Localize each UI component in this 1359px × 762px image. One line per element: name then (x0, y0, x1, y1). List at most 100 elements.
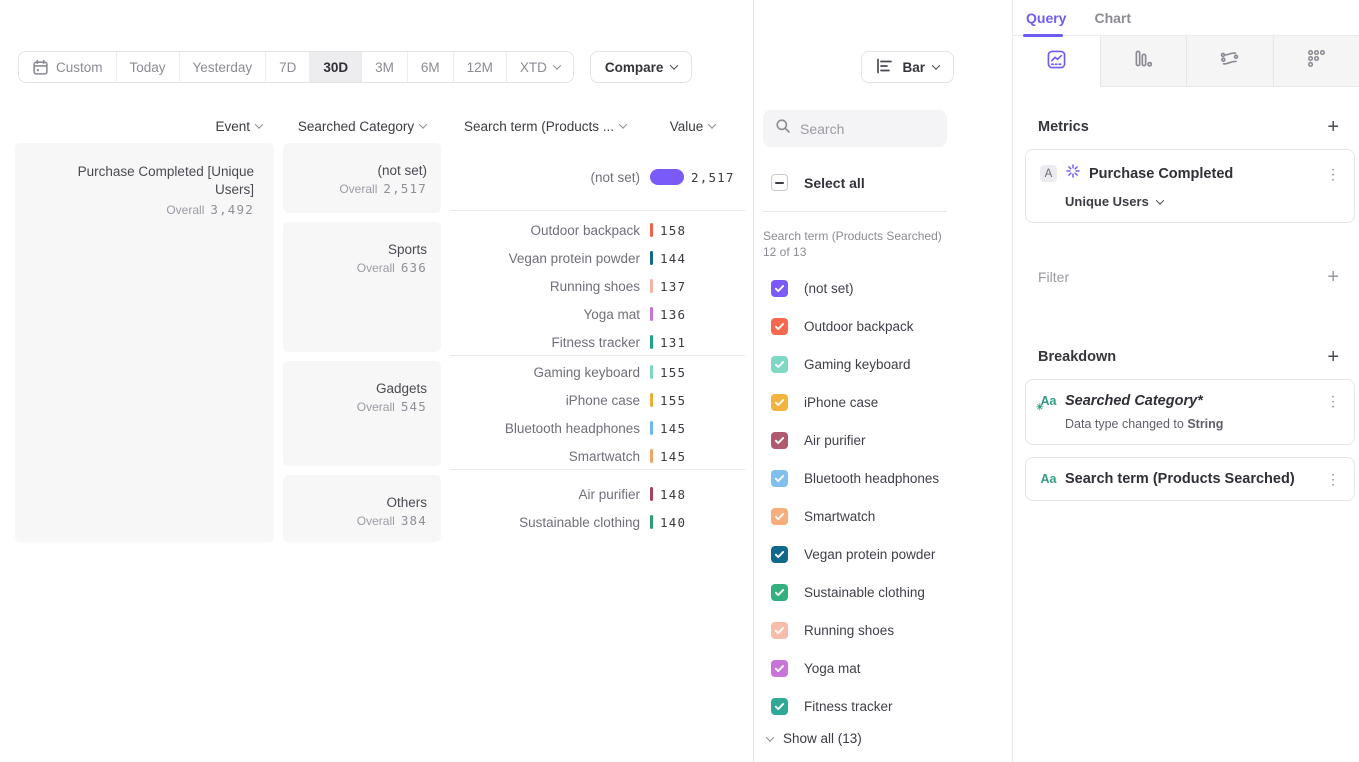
funnels-icon (1134, 49, 1153, 73)
legend-item[interactable]: Outdoor backpack (763, 307, 1003, 345)
event-overall: Overall3,492 (35, 202, 254, 217)
range-30d[interactable]: 30D (309, 52, 361, 82)
compare-button[interactable]: Compare (590, 51, 693, 83)
term-row[interactable]: Fitness tracker131 (450, 328, 745, 356)
legend-item[interactable]: Vegan protein powder (763, 535, 1003, 573)
checked-checkbox[interactable] (771, 508, 788, 525)
checked-checkbox[interactable] (771, 660, 788, 677)
legend-item[interactable]: (not set) (763, 269, 1003, 307)
term-value: 155 (660, 393, 686, 408)
legend-caption: Search term (Products Searched) 12 of 13 (763, 228, 953, 260)
category-card[interactable]: GadgetsOverall545 (283, 361, 441, 466)
legend-item[interactable]: Bluetooth headphones (763, 459, 1003, 497)
term-group: Gaming keyboard155 iPhone case 155 Bluetoot… (450, 357, 745, 470)
legend-item-label: Sustainable clothing (804, 585, 925, 600)
range-xtd[interactable]: XTD (506, 52, 573, 82)
header-search-term[interactable]: Search term (Products ... (450, 116, 640, 136)
term-row[interactable]: (not set)2,517 (450, 163, 745, 191)
show-all-button[interactable]: Show all (13) (767, 731, 862, 746)
category-card[interactable]: SportsOverall636 (283, 222, 441, 352)
overall-value: 545 (401, 399, 427, 414)
tab-query[interactable]: Query (1026, 10, 1066, 26)
checked-checkbox[interactable] (771, 470, 788, 487)
range-custom[interactable]: Custom (19, 52, 116, 82)
range-12m[interactable]: 12M (453, 52, 506, 82)
term-value: 145 (660, 449, 686, 464)
checked-checkbox[interactable] (771, 318, 788, 335)
term-row[interactable]: Yoga mat136 (450, 300, 745, 328)
add-filter-button[interactable]: + (1327, 267, 1339, 287)
range-7d[interactable]: 7D (265, 52, 309, 82)
check-icon (774, 283, 785, 294)
check-icon (774, 701, 785, 712)
term-row[interactable]: Running shoes137 (450, 272, 745, 300)
breakdown-card-search-term[interactable]: Aa Search term (Products Searched) ⋮ (1025, 457, 1355, 501)
legend-item[interactable]: Air purifier (763, 421, 1003, 459)
metrics-heading: Metrics (1038, 119, 1089, 135)
retention-tab[interactable] (1273, 36, 1359, 87)
checked-checkbox[interactable] (771, 584, 788, 601)
breakdown-card-searched-category[interactable]: Aa✳ Searched Category* ⋮ Data type chang… (1025, 379, 1355, 445)
legend-search[interactable] (763, 110, 947, 147)
checked-checkbox[interactable] (771, 280, 788, 297)
checked-checkbox[interactable] (771, 432, 788, 449)
legend-item[interactable]: Running shoes (763, 611, 1003, 649)
flows-icon (1220, 49, 1239, 73)
metric-card[interactable]: A Purchase Completed ⋮ Unique Users (1025, 149, 1355, 223)
checked-checkbox[interactable] (771, 698, 788, 715)
kebab-menu-icon[interactable]: ⋮ (1326, 394, 1340, 408)
chevron-down-icon (1156, 196, 1164, 204)
term-row[interactable]: Smartwatch145 (450, 442, 745, 470)
header-value[interactable]: Value (640, 116, 745, 136)
header-searched-category[interactable]: Searched Category (283, 116, 441, 136)
funnels-tab[interactable] (1100, 36, 1187, 87)
term-row[interactable]: Outdoor backpack158 (450, 216, 745, 244)
range-label: 30D (323, 60, 348, 75)
term-row[interactable]: Vegan protein powder144 (450, 244, 745, 272)
legend-item[interactable]: Sustainable clothing (763, 573, 1003, 611)
search-input[interactable] (800, 121, 920, 137)
term-label: iPhone case (450, 393, 640, 408)
chevron-down-icon (766, 733, 774, 741)
event-card[interactable]: Purchase Completed [Unique Users] Overal… (15, 143, 274, 542)
range-yesterday[interactable]: Yesterday (179, 52, 266, 82)
select-all-row[interactable]: Select all (771, 174, 865, 191)
legend-item[interactable]: Smartwatch (763, 497, 1003, 535)
term-row[interactable]: Bluetooth headphones145 (450, 414, 745, 442)
checked-checkbox[interactable] (771, 546, 788, 563)
term-row[interactable]: Sustainable clothing140 (450, 508, 745, 536)
legend-item[interactable]: Yoga mat (763, 649, 1003, 687)
term-row[interactable]: Gaming keyboard155 (450, 358, 745, 386)
legend-item-label: Yoga mat (804, 661, 861, 676)
kebab-menu-icon[interactable]: ⋮ (1326, 472, 1340, 486)
check-icon (774, 511, 785, 522)
range-6m[interactable]: 6M (407, 52, 453, 82)
legend-item[interactable]: Gaming keyboard (763, 345, 1003, 383)
legend-item[interactable]: Fitness tracker (763, 687, 1003, 725)
category-card[interactable]: (not set)Overall2,517 (283, 143, 441, 213)
insights-tab[interactable] (1013, 36, 1100, 87)
kebab-menu-icon[interactable]: ⋮ (1326, 167, 1340, 181)
add-breakdown-button[interactable]: + (1327, 347, 1339, 367)
range-3m[interactable]: 3M (361, 52, 407, 82)
metric-event-name: Purchase Completed (1089, 166, 1318, 182)
legend-item[interactable]: iPhone case (763, 383, 1003, 421)
legend-item-label: Smartwatch (804, 509, 875, 524)
flows-tab[interactable] (1186, 36, 1273, 87)
term-row[interactable]: iPhone case 155 (450, 386, 745, 414)
checked-checkbox[interactable] (771, 622, 788, 639)
tab-chart[interactable]: Chart (1094, 10, 1131, 26)
legend-item-label: Outdoor backpack (804, 319, 914, 334)
term-value: 158 (660, 223, 686, 238)
indeterminate-checkbox[interactable] (771, 174, 788, 191)
measure-selector[interactable]: Unique Users (1065, 194, 1340, 209)
header-event[interactable]: Event (15, 116, 274, 136)
checked-checkbox[interactable] (771, 394, 788, 411)
range-today[interactable]: Today (116, 52, 179, 82)
category-card[interactable]: OthersOverall384 (283, 475, 441, 542)
term-row[interactable]: Air purifier148 (450, 480, 745, 508)
check-icon (774, 435, 785, 446)
checked-checkbox[interactable] (771, 356, 788, 373)
value-bar (650, 335, 653, 349)
add-metric-button[interactable]: + (1327, 117, 1339, 137)
